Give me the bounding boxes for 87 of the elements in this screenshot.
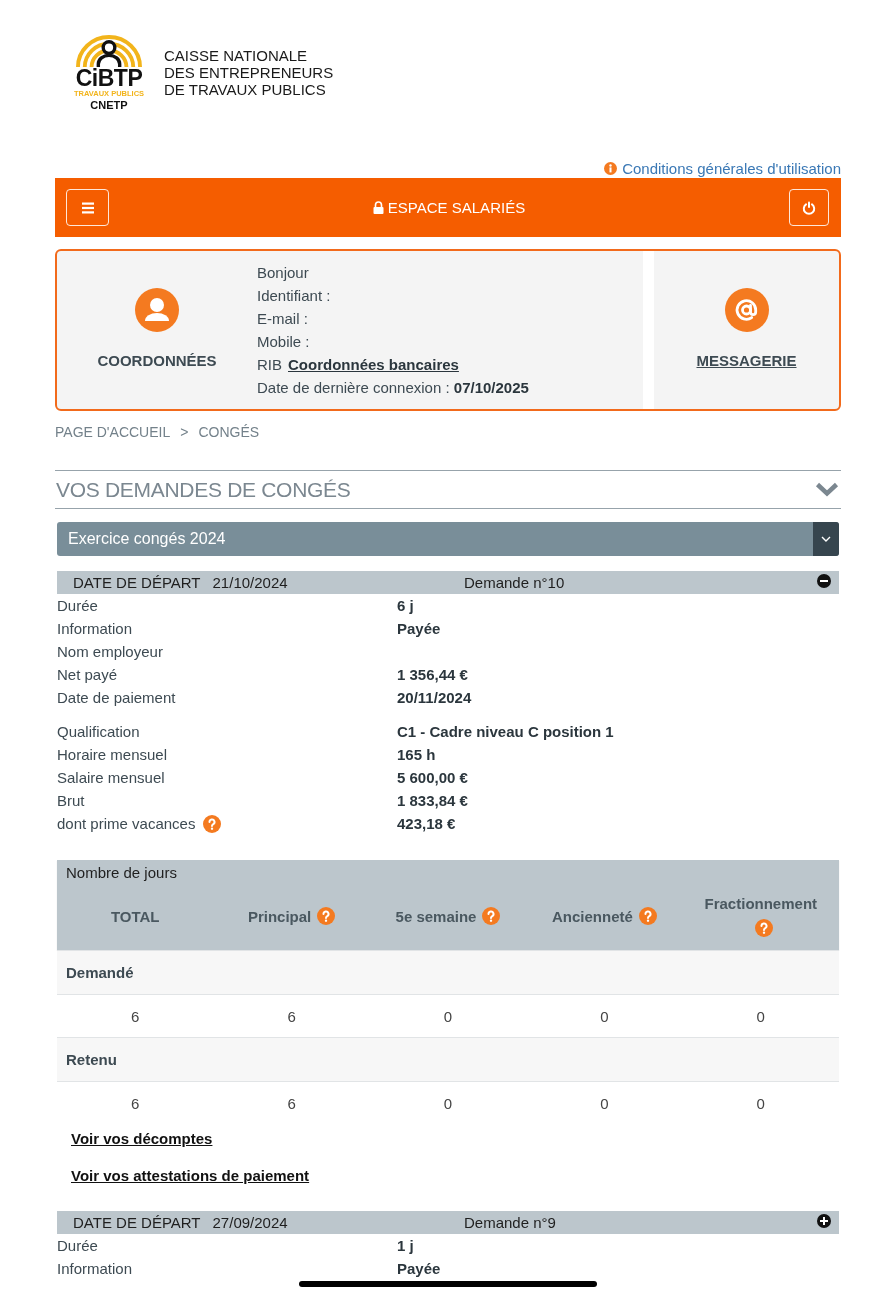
table-cell-text: 6 bbox=[286, 1094, 297, 1112]
departure-date: 27/09/2024 bbox=[212, 1214, 288, 1231]
profile-text: Mobile : bbox=[257, 332, 311, 352]
detail-value: 6 j bbox=[397, 597, 415, 614]
breadcrumb-link[interactable]: PAGE D'ACCUEIL bbox=[55, 422, 171, 442]
column-header: Principal bbox=[247, 907, 312, 925]
table-cell-text: 0 bbox=[442, 1094, 454, 1112]
organization-name: DES ENTREPRENEURS bbox=[164, 64, 334, 81]
page-title: ESPACE SALARIÉS bbox=[387, 199, 526, 216]
rib-label: RIB bbox=[257, 356, 282, 373]
detail-value: 20/11/2024 bbox=[397, 689, 473, 706]
profile-text: E-mail : bbox=[257, 309, 309, 329]
power-icon bbox=[802, 200, 816, 215]
detail-label: Salaire mensuel bbox=[57, 769, 165, 786]
table-cell-text: 0 bbox=[755, 1094, 766, 1112]
organization-name: DE TRAVAUX PUBLICS bbox=[164, 81, 327, 98]
terms-link[interactable]: Conditions générales d'utilisation bbox=[604, 159, 841, 177]
detail-value: 5 600,00 € bbox=[397, 769, 469, 786]
logo-subtitle: CNETP bbox=[90, 99, 128, 111]
detail-label: Information bbox=[57, 620, 133, 637]
lock-icon bbox=[372, 201, 384, 214]
detail-label: dont prime vacances bbox=[57, 815, 196, 832]
row-group-label: Demandé bbox=[57, 950, 839, 994]
logout-button[interactable] bbox=[789, 189, 829, 226]
request-number: Demande n°10 bbox=[464, 574, 566, 591]
help-icon[interactable] bbox=[638, 906, 657, 925]
departure-date-label: DATE DE DÉPART bbox=[73, 1214, 201, 1231]
breadcrumb-link[interactable]: CONGÉS bbox=[198, 422, 260, 442]
detail-value: Payée bbox=[397, 620, 442, 637]
detail-label: Net payé bbox=[57, 666, 118, 683]
bank-details-link[interactable]: Coordonnées bancaires bbox=[288, 356, 459, 373]
profile-text: Date de dernière connexion : 07/10/2025 bbox=[257, 378, 530, 398]
contact-details-link[interactable]: COORDONNÉES bbox=[97, 352, 217, 370]
row-group-label: Retenu bbox=[57, 1037, 839, 1081]
table-cell-text: 0 bbox=[442, 1007, 454, 1025]
detail-value: 1 356,44 € bbox=[397, 666, 469, 683]
messaging-link[interactable]: MESSAGERIE bbox=[696, 352, 797, 370]
logo-icon bbox=[74, 35, 144, 67]
detail-label: Nom employeur bbox=[57, 643, 163, 660]
request-number: Demande n°9 bbox=[464, 1214, 557, 1231]
plus-circle-icon[interactable] bbox=[817, 1213, 831, 1228]
detail-label: Durée bbox=[57, 597, 98, 614]
detail-label: Horaire mensuel bbox=[57, 746, 168, 763]
column-header: Fractionnement bbox=[704, 895, 818, 912]
table-cell-text: 6 bbox=[130, 1007, 141, 1025]
logo-brand-text: CiBTP bbox=[75, 67, 143, 89]
departure-date-label: DATE DE DÉPART bbox=[73, 574, 201, 591]
document-link[interactable]: Voir vos décomptes bbox=[71, 1129, 213, 1149]
organization-name: CAISSE NATIONALE bbox=[164, 47, 309, 64]
help-icon[interactable] bbox=[482, 906, 501, 925]
document-link[interactable]: Voir vos attestations de paiement bbox=[71, 1166, 310, 1186]
detail-label: Qualification bbox=[57, 723, 140, 740]
table-cell-text: 0 bbox=[599, 1007, 610, 1025]
detail-label: Durée bbox=[57, 1237, 98, 1254]
detail-label: Date de paiement bbox=[57, 689, 176, 706]
chevron-down-icon[interactable] bbox=[815, 482, 839, 497]
table-cell-text: 6 bbox=[286, 1007, 297, 1025]
table-cell-text: 0 bbox=[599, 1094, 610, 1112]
column-header: 5e semaine bbox=[395, 907, 477, 925]
detail-value: Payée bbox=[397, 1260, 442, 1277]
detail-value: 1 j bbox=[397, 1237, 415, 1254]
at-sign-icon bbox=[724, 288, 769, 332]
table-title: Nombre de jours bbox=[65, 863, 178, 882]
chevron-down-icon bbox=[813, 522, 839, 556]
detail-value: C1 - Cadre niveau C position 1 bbox=[397, 723, 615, 740]
table-cell-text: 0 bbox=[755, 1007, 766, 1025]
breadcrumb-separator: > bbox=[180, 423, 189, 442]
profile-text: Bonjour bbox=[257, 263, 310, 283]
detail-value: 1 833,84 € bbox=[397, 792, 469, 809]
menu-button[interactable] bbox=[66, 189, 109, 226]
column-header: Ancienneté bbox=[551, 907, 633, 925]
departure-date: 21/10/2024 bbox=[212, 574, 288, 591]
table-cell-text: 6 bbox=[130, 1094, 141, 1112]
column-header: TOTAL bbox=[110, 907, 160, 925]
detail-label: Information bbox=[57, 1260, 133, 1277]
detail-value: 165 h bbox=[397, 746, 437, 763]
detail-label: Brut bbox=[57, 792, 85, 809]
minus-circle-icon[interactable] bbox=[817, 573, 831, 588]
menu-icon bbox=[80, 200, 95, 215]
profile-text: Identifiant : bbox=[257, 286, 332, 306]
info-icon bbox=[604, 161, 618, 175]
help-icon[interactable] bbox=[754, 919, 773, 937]
section-title: VOS DEMANDES DE CONGÉS bbox=[56, 477, 351, 502]
help-icon[interactable] bbox=[317, 906, 336, 925]
help-icon[interactable] bbox=[203, 814, 222, 833]
user-avatar-icon bbox=[135, 288, 179, 332]
detail-value: 423,18 € bbox=[397, 815, 457, 832]
